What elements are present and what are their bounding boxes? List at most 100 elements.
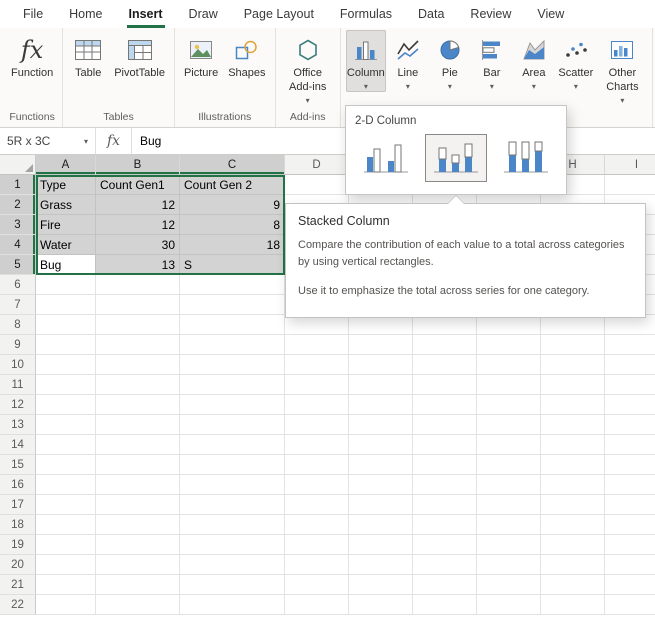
cell-H13[interactable] [541,415,605,435]
row-header-15[interactable]: 15 [0,455,36,475]
cell-C22[interactable] [180,595,285,615]
cell-A11[interactable] [36,375,96,395]
cell-G17[interactable] [477,495,541,515]
cell-H12[interactable] [541,395,605,415]
tab-draw[interactable]: Draw [176,0,231,28]
cell-I17[interactable] [605,495,655,515]
cell-H21[interactable] [541,575,605,595]
row-header-8[interactable]: 8 [0,315,36,335]
cell-C14[interactable] [180,435,285,455]
function-button[interactable]: fxFunction [7,30,57,82]
cell-C16[interactable] [180,475,285,495]
picture-button[interactable]: Picture [180,30,222,82]
row-header-11[interactable]: 11 [0,375,36,395]
cell-D21[interactable] [285,575,349,595]
cell-D20[interactable] [285,555,349,575]
cell-F17[interactable] [413,495,477,515]
cell-E16[interactable] [349,475,413,495]
cell-H11[interactable] [541,375,605,395]
cell-H17[interactable] [541,495,605,515]
cell-C11[interactable] [180,375,285,395]
cell-E8[interactable] [349,315,413,335]
cell-H8[interactable] [541,315,605,335]
gallery-item-stacked-column[interactable] [425,134,488,182]
cell-B5[interactable]: 13 [96,255,180,275]
cell-H22[interactable] [541,595,605,615]
cell-B15[interactable] [96,455,180,475]
cell-F15[interactable] [413,455,477,475]
shapes-button[interactable]: Shapes [224,30,269,82]
cell-G13[interactable] [477,415,541,435]
cell-B11[interactable] [96,375,180,395]
tab-home[interactable]: Home [56,0,115,28]
row-header-14[interactable]: 14 [0,435,36,455]
cell-F9[interactable] [413,335,477,355]
cell-D14[interactable] [285,435,349,455]
cell-B10[interactable] [96,355,180,375]
cell-E19[interactable] [349,535,413,555]
cell-H16[interactable] [541,475,605,495]
cell-I10[interactable] [605,355,655,375]
cell-F10[interactable] [413,355,477,375]
cell-I12[interactable] [605,395,655,415]
cell-G15[interactable] [477,455,541,475]
tab-file[interactable]: File [10,0,56,28]
cell-G21[interactable] [477,575,541,595]
cell-A15[interactable] [36,455,96,475]
cell-I11[interactable] [605,375,655,395]
row-header-5[interactable]: 5 [0,255,36,275]
line-button[interactable]: Line▾ [388,30,428,92]
cell-E12[interactable] [349,395,413,415]
cell-C7[interactable] [180,295,285,315]
tab-formulas[interactable]: Formulas [327,0,405,28]
cell-B22[interactable] [96,595,180,615]
cell-D13[interactable] [285,415,349,435]
cell-D10[interactable] [285,355,349,375]
column-header-i[interactable]: I [605,155,655,175]
row-header-22[interactable]: 22 [0,595,36,615]
cell-A6[interactable] [36,275,96,295]
cell-C4[interactable]: 18 [180,235,285,255]
cell-F20[interactable] [413,555,477,575]
table-button[interactable]: Table [68,30,108,82]
cell-C8[interactable] [180,315,285,335]
cell-D19[interactable] [285,535,349,555]
cell-D18[interactable] [285,515,349,535]
cell-I21[interactable] [605,575,655,595]
cell-I1[interactable] [605,175,655,195]
cell-A17[interactable] [36,495,96,515]
cell-A22[interactable] [36,595,96,615]
cell-F12[interactable] [413,395,477,415]
row-header-7[interactable]: 7 [0,295,36,315]
cell-B6[interactable] [96,275,180,295]
cell-A19[interactable] [36,535,96,555]
cell-C15[interactable] [180,455,285,475]
cell-F21[interactable] [413,575,477,595]
cell-A10[interactable] [36,355,96,375]
cell-G18[interactable] [477,515,541,535]
cell-C9[interactable] [180,335,285,355]
cell-B3[interactable]: 12 [96,215,180,235]
cell-B21[interactable] [96,575,180,595]
other-charts-button[interactable]: Other Charts▾ [598,30,647,106]
cell-C10[interactable] [180,355,285,375]
cell-G12[interactable] [477,395,541,415]
gallery-item-clustered-column[interactable] [355,134,418,182]
cell-H10[interactable] [541,355,605,375]
cell-G14[interactable] [477,435,541,455]
row-header-2[interactable]: 2 [0,195,36,215]
cell-I22[interactable] [605,595,655,615]
select-all-corner[interactable] [0,155,36,175]
cell-A7[interactable] [36,295,96,315]
cell-I15[interactable] [605,455,655,475]
cell-H15[interactable] [541,455,605,475]
cell-A1[interactable]: Type [36,175,96,195]
cell-B19[interactable] [96,535,180,555]
cell-I14[interactable] [605,435,655,455]
cell-C18[interactable] [180,515,285,535]
cell-F16[interactable] [413,475,477,495]
cell-D17[interactable] [285,495,349,515]
cell-F19[interactable] [413,535,477,555]
cell-G11[interactable] [477,375,541,395]
cell-G19[interactable] [477,535,541,555]
